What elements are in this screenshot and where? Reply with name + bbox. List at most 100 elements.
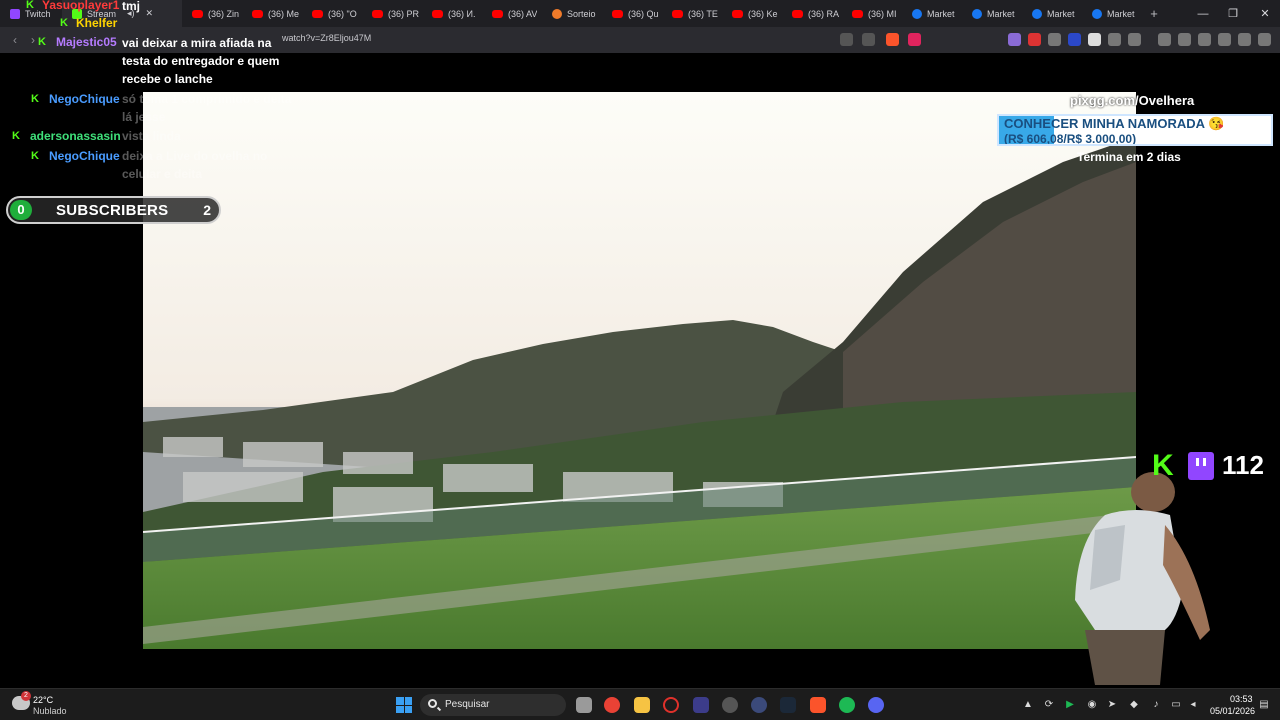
extension-icon[interactable] (1068, 33, 1081, 46)
tab-youtube[interactable]: (36) Ke (722, 0, 782, 27)
minimize-icon[interactable]: — (1188, 0, 1218, 27)
subscribers-goal: 2 (203, 202, 211, 218)
app-icon[interactable] (751, 697, 767, 713)
back-icon[interactable]: ‹ (6, 31, 24, 49)
vpn-icon[interactable] (1238, 33, 1251, 46)
leo-ai-icon[interactable] (1218, 33, 1231, 46)
streamer-webcam (1075, 472, 1210, 685)
obs-icon[interactable] (722, 697, 738, 713)
tab-facebook[interactable]: Market (962, 0, 1022, 27)
tray-app-icon[interactable]: ➤ (1106, 699, 1118, 711)
tab-youtube[interactable]: (36) PR (362, 0, 422, 27)
clock-time[interactable]: 03:53 (1230, 694, 1253, 704)
sync-icon[interactable]: ⟳ (1043, 699, 1055, 711)
screen: Twitch Stream ◂) ✕ (36) Zin (36) Me (36) "… (0, 0, 1280, 720)
viewer-count: 112 (1222, 450, 1264, 480)
close-window-icon[interactable]: ✕ (1250, 0, 1280, 27)
tab-label: (36) AV (508, 8, 538, 19)
tab-youtube[interactable]: (36) TE (662, 0, 722, 27)
tray-app-icon[interactable]: ◆ (1128, 699, 1140, 711)
tab-youtube[interactable]: (36) И. (422, 0, 482, 27)
tab-youtube[interactable]: (36) MI (842, 0, 902, 27)
file-explorer-icon[interactable] (634, 697, 650, 713)
extension-icon[interactable] (1128, 33, 1141, 46)
screen-icon[interactable] (840, 33, 853, 46)
play-icon[interactable]: ▶ (1064, 699, 1076, 711)
chevron-up-icon[interactable]: ▲ (1022, 699, 1034, 711)
tab-youtube[interactable]: (36) AV (482, 0, 542, 27)
youtube-icon (312, 9, 323, 18)
youtube-icon (792, 9, 803, 18)
tab-label: (36) PR (388, 8, 420, 19)
steam-icon[interactable] (780, 697, 796, 713)
search-placeholder: Pesquisar (445, 699, 490, 710)
weather-icon[interactable] (12, 691, 31, 710)
restore-icon[interactable]: ❐ (1218, 0, 1248, 27)
volume-icon[interactable]: ◂ (1187, 699, 1199, 711)
chat-message: vai deixar a mira afiada na testa do ent… (122, 36, 280, 86)
facebook-icon (972, 8, 982, 19)
brave-icon[interactable] (810, 697, 826, 713)
tray-app-icon[interactable]: ◉ (1086, 699, 1098, 711)
kick-badge-icon: K (38, 36, 46, 48)
app-icon[interactable] (693, 697, 709, 713)
chat-username[interactable]: Khelfer (76, 16, 117, 30)
spotify-icon[interactable] (839, 697, 855, 713)
kick-badge-icon: K (60, 17, 68, 29)
tab-label: Market (987, 8, 1015, 19)
windows-start-icon[interactable] (396, 697, 412, 713)
youtube-icon (672, 9, 683, 18)
subscribers-count: 0 (10, 200, 32, 220)
tab-label: Market (927, 8, 955, 19)
chat-username[interactable]: NegoChique (49, 92, 120, 106)
donation-goal-ends: Termina em 2 dias (1077, 150, 1181, 164)
tab-label: (36) RA (808, 8, 840, 19)
tab-label: (36) Qu (628, 8, 659, 19)
chat-username[interactable]: Majestic05 (56, 35, 117, 49)
share-icon[interactable] (862, 33, 875, 46)
chat-message: tmj (122, 0, 140, 13)
task-view-icon[interactable] (576, 697, 592, 713)
kick-badge-icon: K (31, 93, 39, 105)
tab-facebook[interactable]: Market (1082, 0, 1142, 27)
extension-icon[interactable] (1088, 33, 1101, 46)
donation-goal-amount: (R$ 606,08/R$ 3.000,00) (1004, 132, 1137, 146)
brave-shield-icon[interactable] (886, 33, 899, 46)
twitch-logo-icon (1188, 452, 1214, 480)
extension-icon[interactable] (1028, 33, 1041, 46)
wallet-icon[interactable] (1198, 33, 1211, 46)
network-icon[interactable]: ▭ (1170, 699, 1182, 711)
tab-sorteio[interactable]: Sorteio (542, 0, 602, 27)
tab-youtube[interactable]: (36) "O (302, 0, 362, 27)
weather-temperature[interactable]: 22°C (33, 695, 53, 705)
youtube-icon (732, 9, 743, 18)
notifications-icon[interactable]: ▤ (1258, 699, 1270, 711)
playlist-icon[interactable] (1158, 33, 1171, 46)
brave-rewards-icon[interactable] (908, 33, 921, 46)
new-tab-button[interactable]: + (1142, 6, 1166, 21)
extension-icon[interactable] (1008, 33, 1021, 46)
tab-facebook[interactable]: Market (1022, 0, 1082, 27)
microphone-icon[interactable]: ♪ (1150, 699, 1162, 711)
menu-icon[interactable] (1258, 33, 1271, 46)
tab-youtube[interactable]: (36) RA (782, 0, 842, 27)
opera-icon[interactable] (663, 697, 679, 713)
youtube-icon (432, 9, 443, 18)
chrome-icon[interactable] (604, 697, 620, 713)
weather-description[interactable]: Nublado (33, 706, 67, 716)
clock-date[interactable]: 05/01/2026 (1210, 706, 1255, 716)
donation-goal-title: CONHECER MINHA NAMORADA 😘 (1004, 116, 1225, 131)
taskbar-search[interactable]: Pesquisar (420, 694, 566, 716)
sidebar-icon[interactable] (1178, 33, 1191, 46)
tab-facebook[interactable]: Market (902, 0, 962, 27)
chat-username[interactable]: Yasuoplayer1 (42, 0, 119, 12)
kick-badge-icon: K (26, 0, 34, 11)
puzzle-icon[interactable] (1108, 33, 1121, 46)
discord-icon[interactable] (868, 697, 884, 713)
chat-message: vista linda (122, 129, 181, 143)
tab-youtube[interactable]: (36) Qu (602, 0, 662, 27)
subscribers-goal-widget: 0 SUBSCRIBERS 2 (6, 196, 221, 224)
chat-username[interactable]: NegoChique (49, 149, 120, 163)
chat-username[interactable]: adersonassasin (30, 129, 121, 143)
extension-icon[interactable] (1048, 33, 1061, 46)
